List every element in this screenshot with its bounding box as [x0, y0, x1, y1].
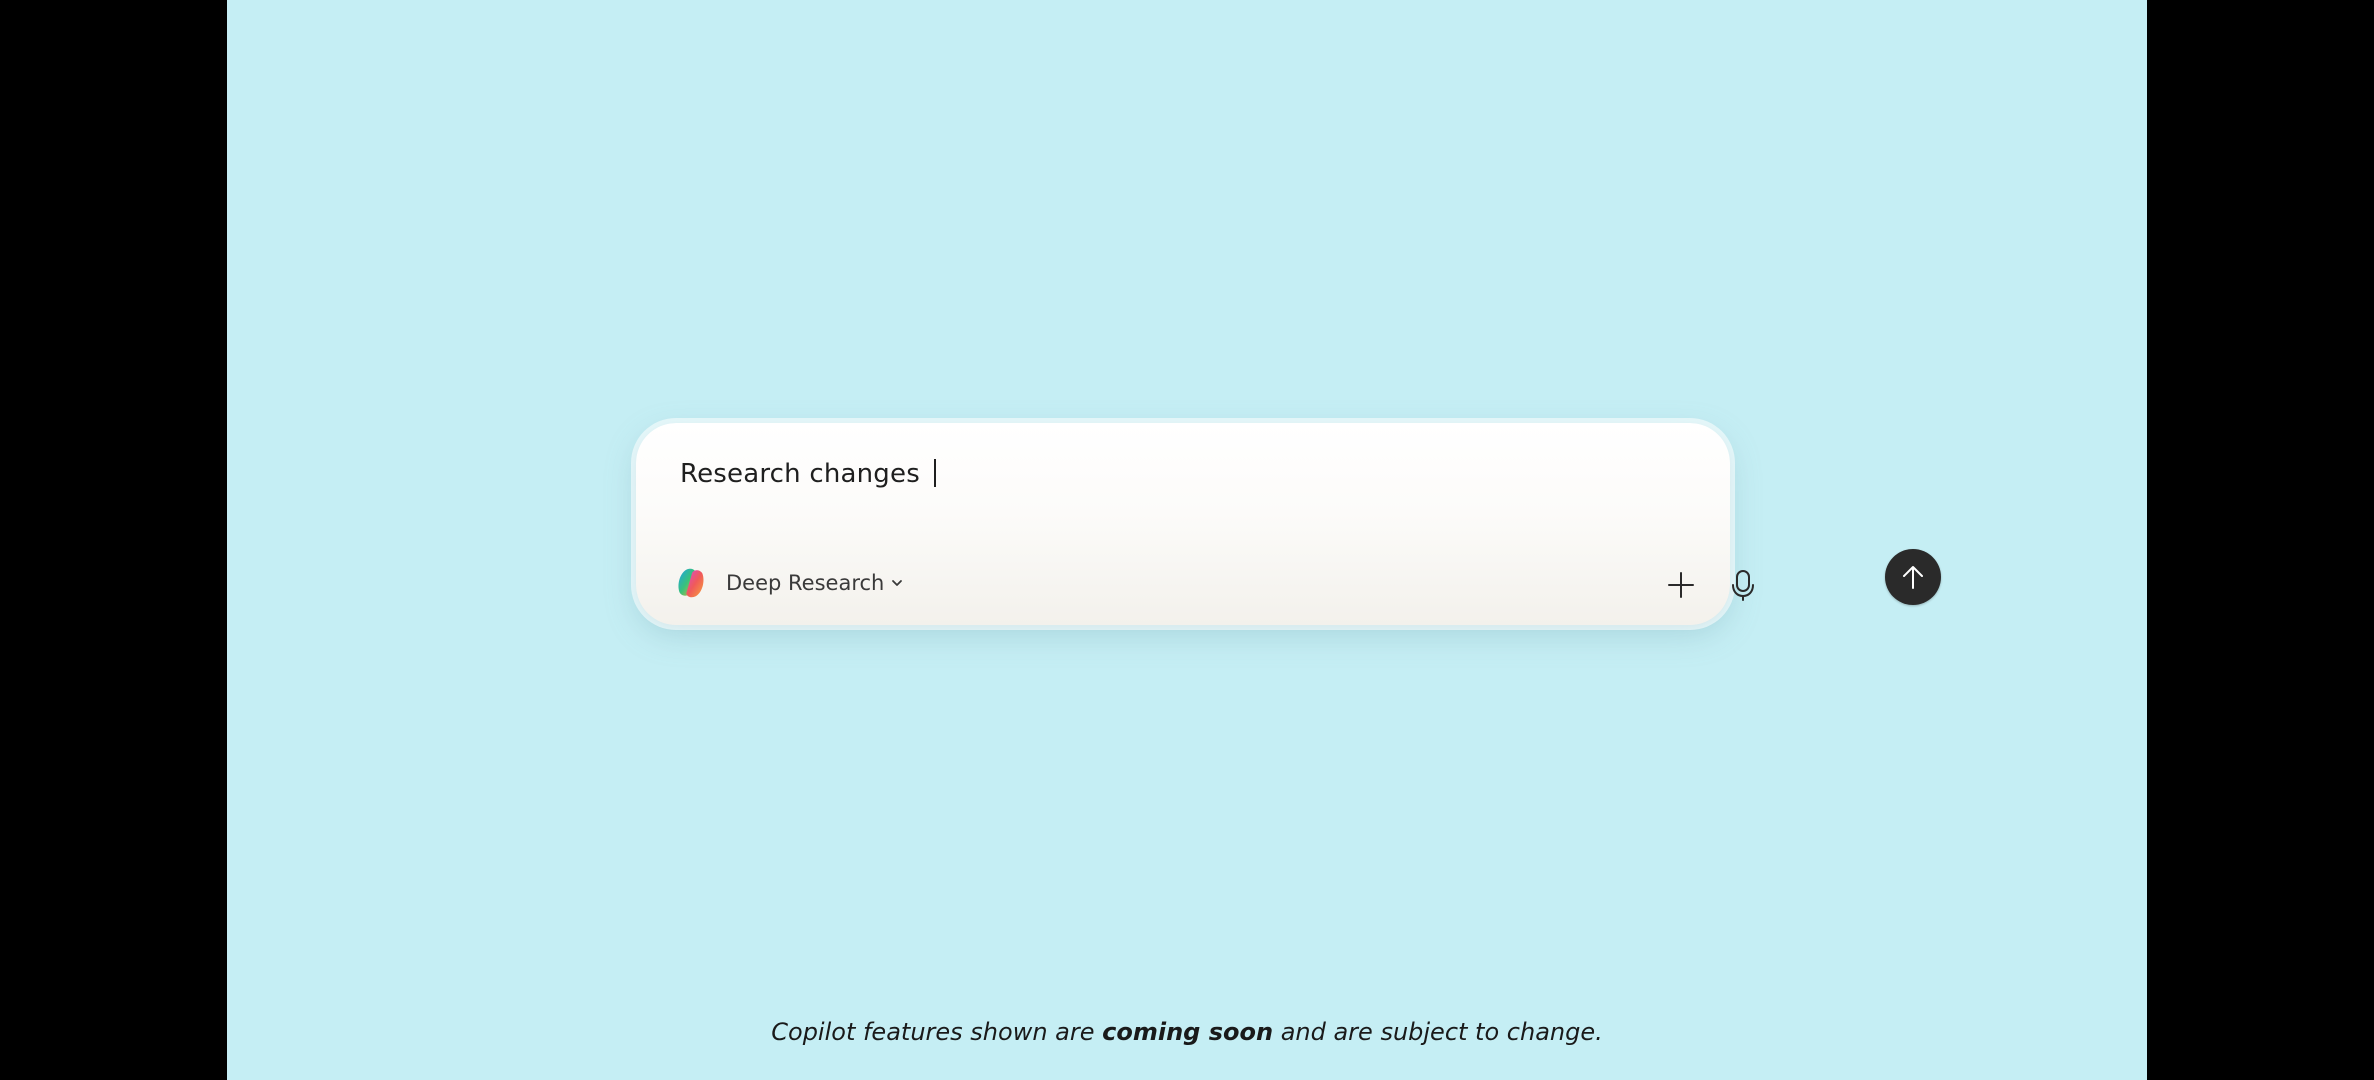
letterbox-right [2147, 0, 2374, 1080]
mode-label: Deep Research [726, 571, 885, 595]
plus-icon [1668, 572, 1694, 598]
disclaimer-suffix: and are subject to change. [1273, 1018, 1603, 1046]
chat-composer[interactable]: Research changes Deep Research [636, 423, 1941, 625]
mode-selector[interactable]: Deep Research [672, 563, 904, 603]
disclaimer-text: Copilot features shown are coming soon a… [227, 1018, 2147, 1046]
letterbox-left [0, 0, 227, 1080]
disclaimer-prefix: Copilot features shown are [771, 1018, 1103, 1046]
microphone-icon [1732, 570, 1754, 601]
prompt-input-text: Research changes [680, 459, 929, 489]
send-button[interactable] [1885, 549, 1941, 605]
arrow-up-icon [1903, 566, 1923, 589]
copilot-logo-icon [678, 568, 704, 598]
text-caret [934, 459, 937, 487]
chevron-down-icon [892, 580, 903, 586]
microphone-button[interactable] [1721, 563, 1765, 607]
add-attachment-button[interactable] [1659, 563, 1703, 607]
prompt-input[interactable]: Research changes [680, 459, 937, 489]
stage: Research changes Deep Research Copilot f… [227, 0, 2147, 1080]
disclaimer-emphasis: coming soon [1102, 1018, 1274, 1046]
